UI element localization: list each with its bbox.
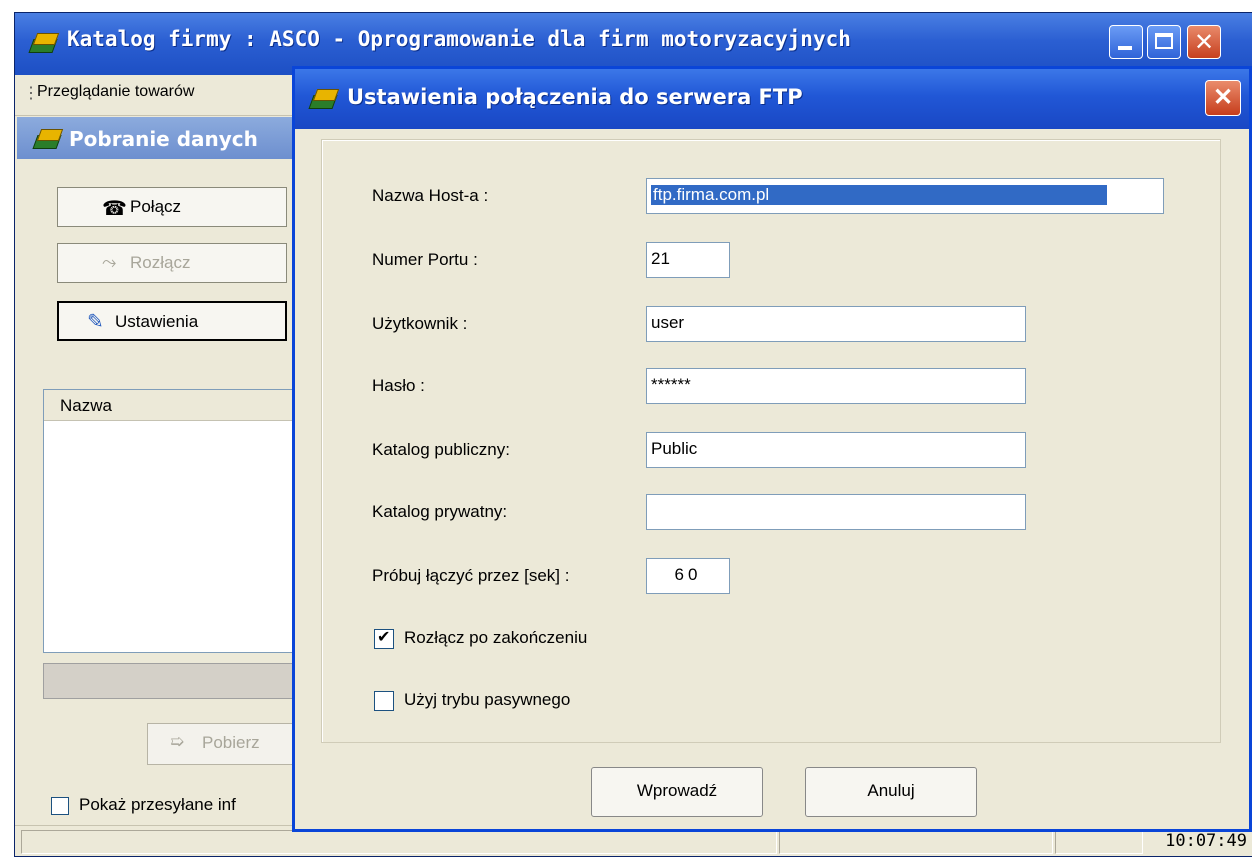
- download-label: Pobierz: [202, 733, 260, 752]
- close-icon: ✕: [1212, 84, 1234, 111]
- minimize-icon: [1118, 46, 1132, 50]
- close-button[interactable]: ✕: [1187, 25, 1221, 59]
- list-header[interactable]: Nazwa: [44, 390, 324, 421]
- dialog-close-button[interactable]: ✕: [1205, 80, 1241, 116]
- progress-bar: [43, 663, 325, 699]
- dialog-title-bar[interactable]: Ustawienia połączenia do serwera FTP ✕: [295, 69, 1249, 129]
- ftp-settings-dialog: Ustawienia połączenia do serwera FTP ✕ N…: [292, 66, 1252, 832]
- status-panel-1: [21, 830, 777, 854]
- minimize-button[interactable]: [1109, 25, 1143, 59]
- host-label: Nazwa Host-a :: [372, 186, 489, 205]
- timeout-input[interactable]: 60: [646, 558, 730, 594]
- child-books-icon: [32, 127, 64, 149]
- public-dir-input[interactable]: Public: [646, 432, 1026, 468]
- dialog-books-icon: [308, 87, 340, 109]
- main-window-title: Katalog firmy : ASCO - Oprogramowanie dl…: [67, 27, 851, 51]
- passive-mode-checkbox[interactable]: [374, 690, 394, 711]
- disconnect-after-checkbox[interactable]: ✔: [374, 626, 394, 649]
- show-transfer-checkbox[interactable]: Pokaż przesyłane inf: [51, 795, 236, 815]
- download-icon: ➯: [170, 732, 185, 751]
- disconnect-icon: ⤳: [102, 252, 117, 272]
- files-list[interactable]: Nazwa: [43, 389, 325, 653]
- password-label: Hasło :: [372, 376, 425, 395]
- status-panel-3: [1055, 830, 1143, 854]
- child-window-title: Pobranie danych: [69, 127, 258, 151]
- maximize-icon: [1155, 33, 1173, 49]
- status-panel-2: [779, 830, 1053, 854]
- show-transfer-label: Pokaż przesyłane inf: [79, 795, 236, 814]
- status-clock: 10:07:49: [1165, 831, 1247, 851]
- download-data-window: Pobranie danych ☎ Połącz ⤳ Rozłącz ✎ Ust…: [17, 117, 325, 817]
- timeout-label: Próbuj łączyć przez [sek] :: [372, 566, 570, 585]
- host-input[interactable]: ftp.firma.com.pl: [646, 178, 1164, 214]
- passive-mode-label: Użyj trybu pasywnego: [404, 690, 571, 709]
- dialog-title: Ustawienia połączenia do serwera FTP: [347, 85, 803, 109]
- child-title-bar[interactable]: Pobranie danych: [17, 117, 317, 159]
- close-icon: ✕: [1193, 28, 1215, 56]
- user-label: Użytkownik :: [372, 314, 468, 333]
- settings-label: Ustawienia: [115, 312, 199, 331]
- ok-button[interactable]: Wprowadź: [591, 767, 763, 817]
- phone-icon: ☎: [102, 198, 127, 220]
- connect-button[interactable]: ☎ Połącz: [57, 187, 287, 227]
- disconnect-after-label: Rozłącz po zakończeniu: [404, 628, 588, 647]
- private-dir-input[interactable]: [646, 494, 1026, 530]
- disconnect-label: Rozłącz: [130, 253, 191, 272]
- cancel-button[interactable]: Anuluj: [805, 767, 977, 817]
- password-input[interactable]: ******: [646, 368, 1026, 404]
- checkmark-icon: ✔: [377, 626, 391, 646]
- maximize-button[interactable]: [1147, 25, 1181, 59]
- port-label: Numer Portu :: [372, 250, 478, 269]
- disconnect-button[interactable]: ⤳ Rozłącz: [57, 243, 287, 283]
- menu-item-browse-goods[interactable]: Przeglądanie towarów: [37, 83, 194, 101]
- port-input[interactable]: 21: [646, 242, 730, 278]
- settings-group: Nazwa Host-a : ftp.firma.com.pl Numer Po…: [321, 139, 1221, 743]
- private-dir-label: Katalog prywatny:: [372, 502, 508, 521]
- passive-mode-row[interactable]: Użyj trybu pasywnego: [374, 690, 570, 711]
- public-dir-label: Katalog publiczny:: [372, 440, 510, 459]
- list-header-name: Nazwa: [60, 396, 112, 415]
- connect-label: Połącz: [130, 197, 182, 216]
- app-books-icon: [28, 31, 60, 53]
- user-input[interactable]: user: [646, 306, 1026, 342]
- disconnect-after-row[interactable]: ✔ Rozłącz po zakończeniu: [374, 626, 588, 649]
- show-transfer-box[interactable]: [51, 796, 69, 815]
- host-value: ftp.firma.com.pl: [651, 185, 1107, 205]
- settings-icon: ✎: [87, 311, 104, 333]
- settings-button[interactable]: ✎ Ustawienia: [57, 301, 287, 341]
